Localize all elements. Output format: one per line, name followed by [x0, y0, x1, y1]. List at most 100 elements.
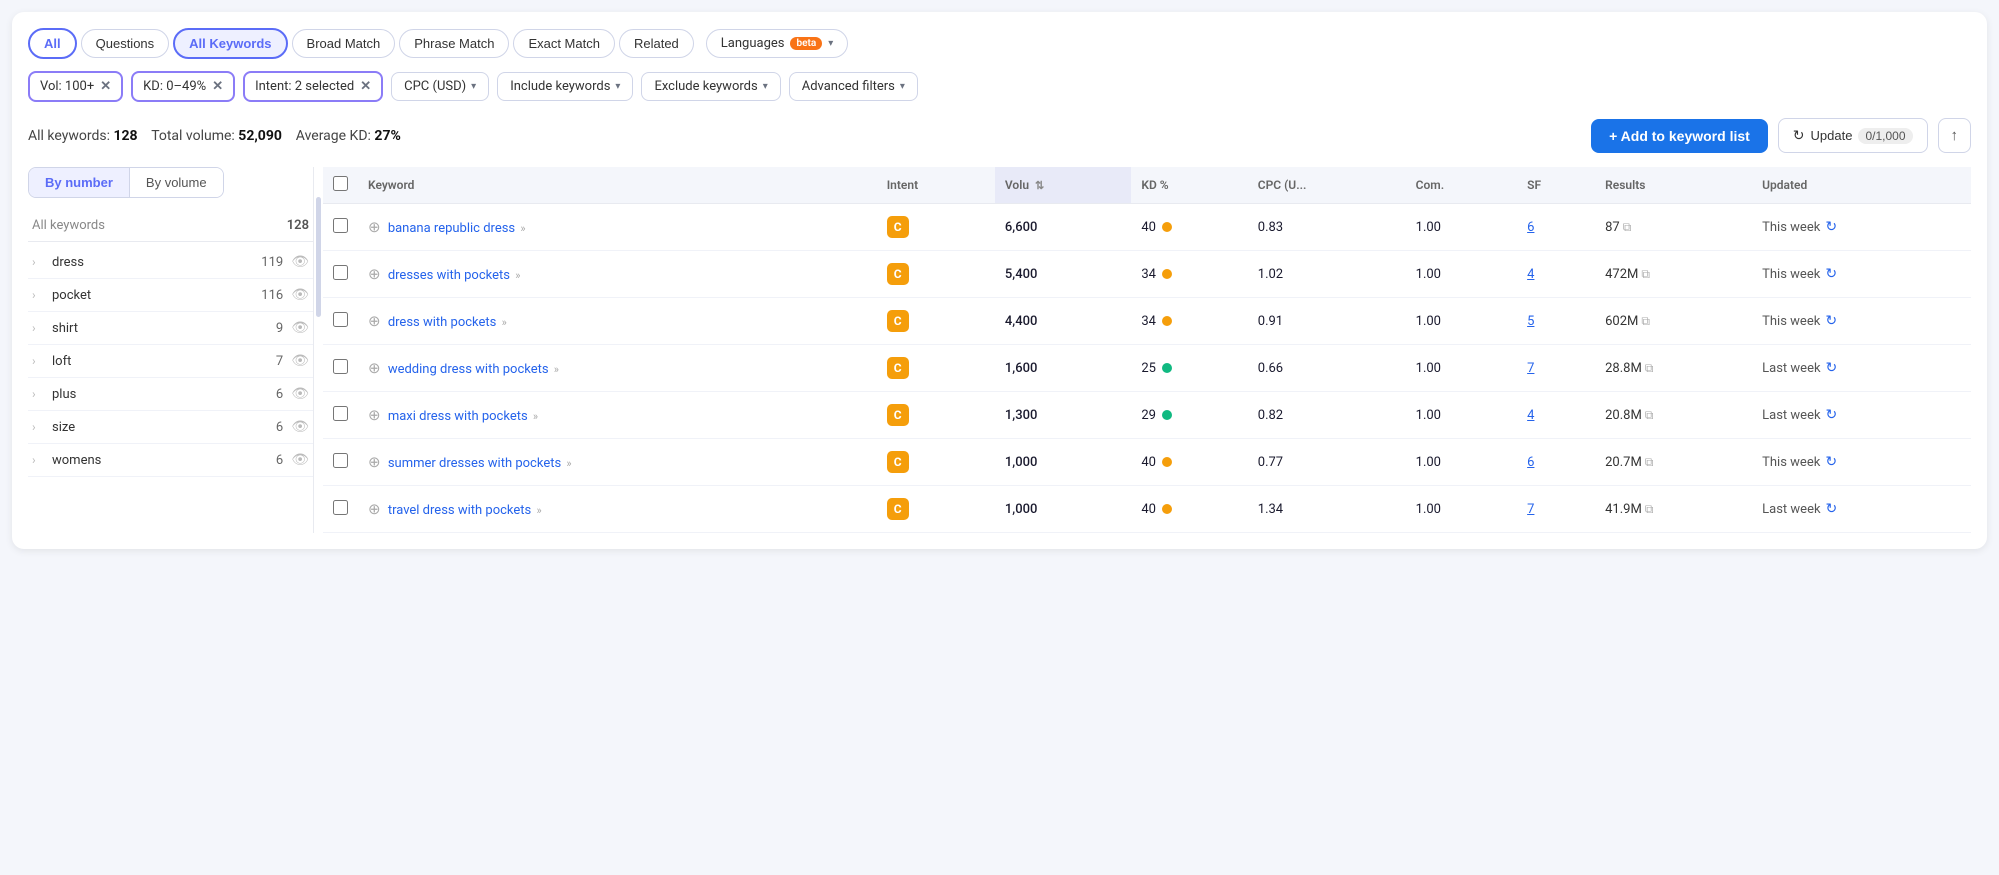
- sidebar-item[interactable]: › dress 119 👁: [28, 246, 313, 279]
- intent-filter-close[interactable]: ✕: [360, 79, 371, 94]
- keyword-link[interactable]: summer dresses with pockets: [388, 456, 561, 471]
- tab-phrase-match[interactable]: Phrase Match: [399, 29, 509, 58]
- row-checkbox[interactable]: [333, 500, 348, 515]
- copy-icon[interactable]: ⧉: [1645, 408, 1654, 422]
- refresh-icon[interactable]: ↻: [1826, 407, 1838, 423]
- copy-icon[interactable]: ⧉: [1645, 361, 1654, 375]
- eye-icon[interactable]: 👁: [291, 353, 309, 369]
- row-checkbox[interactable]: [333, 453, 348, 468]
- vol-filter-chip[interactable]: Vol: 100+ ✕: [28, 71, 123, 102]
- languages-dropdown[interactable]: Languages beta ▾: [706, 29, 848, 58]
- eye-icon[interactable]: 👁: [291, 287, 309, 303]
- sf-value[interactable]: 4: [1527, 267, 1534, 282]
- keyword-cell: ⊕ travel dress with pockets »: [358, 486, 877, 533]
- add-keyword-icon[interactable]: ⊕: [368, 312, 381, 330]
- refresh-icon[interactable]: ↻: [1825, 313, 1837, 329]
- sf-value[interactable]: 7: [1527, 502, 1534, 517]
- languages-label: Languages: [721, 36, 785, 51]
- keyword-expand-icon: »: [502, 316, 507, 329]
- copy-icon[interactable]: ⧉: [1645, 455, 1654, 469]
- include-keywords-dropdown[interactable]: Include keywords ▾: [497, 72, 633, 101]
- add-keyword-icon[interactable]: ⊕: [368, 359, 381, 377]
- sf-cell: 7: [1517, 486, 1595, 533]
- by-volume-button[interactable]: By volume: [130, 168, 223, 197]
- results-cell: 41.9M⧉: [1595, 486, 1752, 533]
- update-button[interactable]: ↻ Update 0/1,000: [1778, 118, 1928, 153]
- add-to-keyword-list-button[interactable]: + Add to keyword list: [1591, 119, 1768, 153]
- eye-icon[interactable]: 👁: [291, 452, 309, 468]
- sidebar-item[interactable]: › pocket 116 👁: [28, 279, 313, 312]
- row-checkbox[interactable]: [333, 218, 348, 233]
- kd-filter-chip[interactable]: KD: 0–49% ✕: [131, 71, 235, 102]
- vol-filter-label: Vol: 100+: [40, 79, 94, 94]
- intent-cell: C: [877, 486, 995, 533]
- table-header-row: Keyword Intent Volu ⇅ KD % CPC (U... Com…: [323, 167, 1971, 204]
- sidebar-item[interactable]: › plus 6 👁: [28, 378, 313, 411]
- keyword-cell: ⊕ dresses with pockets »: [358, 251, 877, 298]
- volume-cell: 1,300: [995, 392, 1131, 439]
- refresh-icon[interactable]: ↻: [1825, 266, 1837, 282]
- eye-icon[interactable]: 👁: [291, 254, 309, 270]
- sidebar-item[interactable]: › size 6 👁: [28, 411, 313, 444]
- copy-icon[interactable]: ⧉: [1623, 220, 1632, 234]
- th-volume[interactable]: Volu ⇅: [995, 167, 1131, 204]
- cpc-filter-dropdown[interactable]: CPC (USD) ▾: [391, 72, 489, 101]
- kd-filter-close[interactable]: ✕: [212, 79, 223, 94]
- sf-value[interactable]: 6: [1527, 220, 1534, 235]
- select-all-checkbox[interactable]: [333, 176, 348, 191]
- tab-exact-match[interactable]: Exact Match: [513, 29, 615, 58]
- intent-filter-chip[interactable]: Intent: 2 selected ✕: [243, 71, 383, 102]
- copy-icon[interactable]: ⧉: [1645, 502, 1654, 516]
- scrollbar[interactable]: [316, 197, 321, 317]
- refresh-icon[interactable]: ↻: [1825, 219, 1837, 235]
- refresh-icon[interactable]: ↻: [1826, 360, 1838, 376]
- sf-cell: 5: [1517, 298, 1595, 345]
- export-button[interactable]: ↑: [1938, 118, 1972, 153]
- tab-broad-match[interactable]: Broad Match: [292, 29, 396, 58]
- sf-value[interactable]: 5: [1527, 314, 1534, 329]
- add-keyword-icon[interactable]: ⊕: [368, 406, 381, 424]
- table-row: ⊕ banana republic dress » C 6,600 40 0.8…: [323, 204, 1971, 251]
- tab-questions[interactable]: Questions: [81, 29, 170, 58]
- sidebar-item[interactable]: › womens 6 👁: [28, 444, 313, 477]
- refresh-icon[interactable]: ↻: [1825, 454, 1837, 470]
- add-keyword-icon[interactable]: ⊕: [368, 453, 381, 471]
- keyword-link[interactable]: dresses with pockets: [388, 268, 510, 283]
- add-keyword-icon[interactable]: ⊕: [368, 265, 381, 283]
- sf-value[interactable]: 7: [1527, 361, 1534, 376]
- summary-bar: All keywords: 128 Total volume: 52,090 A…: [28, 118, 1971, 153]
- copy-icon[interactable]: ⧉: [1641, 267, 1650, 281]
- vol-filter-close[interactable]: ✕: [100, 79, 111, 94]
- row-checkbox[interactable]: [333, 406, 348, 421]
- row-checkbox[interactable]: [333, 265, 348, 280]
- row-checkbox[interactable]: [333, 312, 348, 327]
- add-keyword-icon[interactable]: ⊕: [368, 500, 381, 518]
- sidebar-item[interactable]: › loft 7 👁: [28, 345, 313, 378]
- sidebar-item[interactable]: › shirt 9 👁: [28, 312, 313, 345]
- copy-icon[interactable]: ⧉: [1641, 314, 1650, 328]
- sf-value[interactable]: 6: [1527, 455, 1534, 470]
- keyword-link[interactable]: dress with pockets: [388, 315, 497, 330]
- com-cell: 1.00: [1406, 251, 1517, 298]
- keyword-link[interactable]: banana republic dress: [388, 221, 515, 236]
- eye-icon[interactable]: 👁: [291, 320, 309, 336]
- tab-all[interactable]: All: [28, 28, 77, 59]
- row-checkbox[interactable]: [333, 359, 348, 374]
- keyword-link[interactable]: maxi dress with pockets: [388, 409, 528, 424]
- add-keyword-icon[interactable]: ⊕: [368, 218, 381, 236]
- keyword-link[interactable]: wedding dress with pockets: [388, 362, 549, 377]
- intent-badge: C: [887, 310, 909, 332]
- intent-cell: C: [877, 298, 995, 345]
- exclude-keywords-dropdown[interactable]: Exclude keywords ▾: [641, 72, 780, 101]
- sf-value[interactable]: 4: [1527, 408, 1534, 423]
- keyword-link[interactable]: travel dress with pockets: [388, 503, 531, 518]
- cpc-cell: 0.83: [1248, 204, 1406, 251]
- tab-related[interactable]: Related: [619, 29, 694, 58]
- th-com: Com.: [1406, 167, 1517, 204]
- advanced-filters-dropdown[interactable]: Advanced filters ▾: [789, 72, 918, 101]
- eye-icon[interactable]: 👁: [291, 386, 309, 402]
- refresh-icon[interactable]: ↻: [1826, 501, 1838, 517]
- by-number-button[interactable]: By number: [29, 168, 129, 197]
- tab-all-keywords[interactable]: All Keywords: [173, 28, 287, 59]
- eye-icon[interactable]: 👁: [291, 419, 309, 435]
